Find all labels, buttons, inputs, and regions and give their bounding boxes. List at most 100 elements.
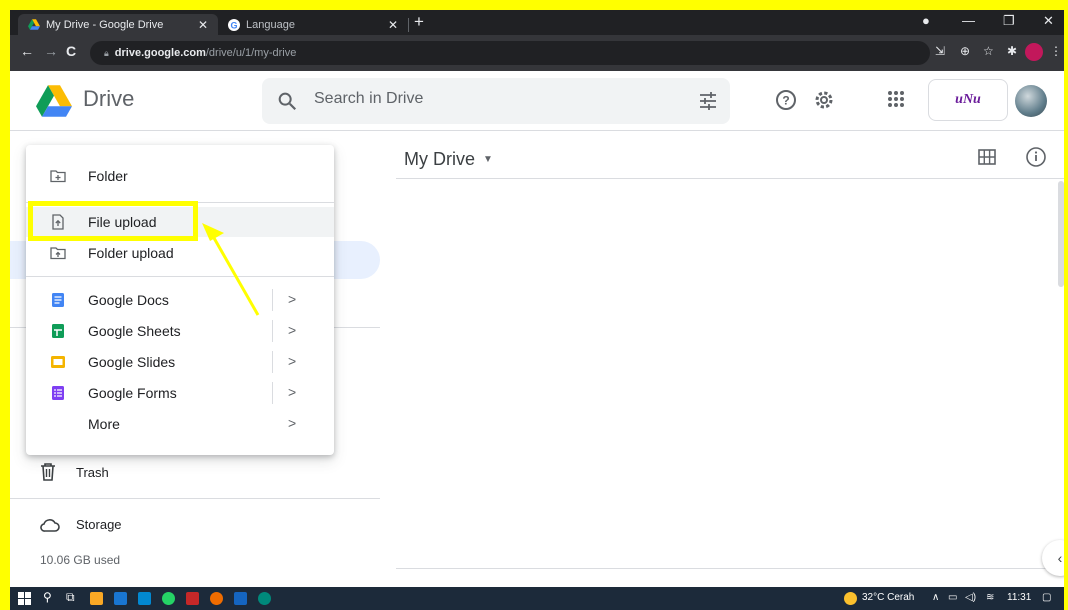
- tab-close-icon[interactable]: ✕: [198, 18, 208, 32]
- back-icon[interactable]: ←: [20, 43, 34, 59]
- menu-item-folder-upload[interactable]: Folder upload: [26, 238, 334, 268]
- page-title-text: My Drive: [404, 149, 475, 169]
- chevron-up-icon[interactable]: ∧: [932, 592, 939, 603]
- edge-icon[interactable]: [258, 592, 271, 605]
- drive-header: Drive ? uNu: [10, 71, 1064, 131]
- sidebar-item-label: Storage: [76, 517, 122, 532]
- svg-text:?: ?: [782, 94, 789, 108]
- tab-title: Language: [246, 18, 295, 31]
- notifications-icon[interactable]: ▢: [1042, 592, 1051, 603]
- apps-grid-icon[interactable]: [886, 89, 906, 109]
- annotation-highlight-box: [28, 201, 198, 241]
- menu-item-google-forms[interactable]: Google Forms >: [26, 378, 334, 408]
- tab-divider: [408, 18, 409, 32]
- menu-item-label: More: [88, 416, 120, 432]
- menu-item-google-slides[interactable]: Google Slides >: [26, 347, 334, 377]
- word-icon[interactable]: [234, 592, 247, 605]
- page-title[interactable]: My Drive ▼: [404, 149, 493, 170]
- help-icon[interactable]: ?: [775, 89, 797, 111]
- side-panel-toggle[interactable]: ‹: [1042, 540, 1064, 576]
- tab-close-icon[interactable]: ✕: [388, 18, 398, 32]
- forward-icon[interactable]: →: [44, 43, 58, 59]
- menu-item-divider: [272, 351, 273, 373]
- new-tab-icon[interactable]: +: [414, 12, 424, 32]
- slides-icon: [51, 356, 65, 368]
- browser-menu-icon[interactable]: ⋮: [1050, 44, 1062, 58]
- minimize-icon[interactable]: —: [962, 13, 975, 28]
- organization-logo[interactable]: uNu: [928, 79, 1008, 121]
- menu-item-label: Google Forms: [88, 385, 177, 401]
- zoom-icon[interactable]: ⊕: [960, 44, 970, 58]
- menu-item-google-docs[interactable]: Google Docs >: [26, 285, 334, 315]
- organization-logo-text: uNu: [955, 92, 981, 107]
- storage-used-text: 10.06 GB used: [40, 553, 121, 567]
- chevron-right-icon: >: [288, 353, 297, 369]
- chevron-down-icon: ▼: [483, 154, 493, 165]
- grid-view-icon[interactable]: [978, 149, 996, 165]
- app-icon[interactable]: [186, 592, 199, 605]
- menu-item-label: Google Slides: [88, 354, 176, 370]
- bookmark-star-icon[interactable]: ☆: [983, 44, 994, 58]
- folder-plus-icon: [50, 170, 66, 183]
- windows-start-icon[interactable]: [18, 592, 31, 605]
- weather-text[interactable]: 32°C Cerah: [862, 592, 914, 603]
- search-icon[interactable]: ⚲: [43, 590, 52, 604]
- scrollbar[interactable]: [1058, 181, 1064, 287]
- menu-item-label: Google Docs: [88, 292, 169, 308]
- chevron-left-icon: ‹: [1057, 550, 1063, 566]
- url-field[interactable]: 🔒︎ drive.google.com /drive/u/1/my-drive: [90, 41, 930, 65]
- task-view-icon[interactable]: ⧉: [66, 590, 75, 605]
- wifi-icon[interactable]: ≋: [986, 592, 994, 603]
- content-divider: [396, 568, 1046, 569]
- search-input[interactable]: [314, 90, 674, 108]
- file-explorer-icon[interactable]: [90, 592, 103, 605]
- menu-item-google-sheets[interactable]: Google Sheets >: [26, 316, 334, 346]
- drive-page: Drive ? uNu: [10, 71, 1064, 587]
- tab-title: My Drive - Google Drive: [46, 18, 164, 31]
- new-item-menu: Folder File upload Folder upload Google …: [26, 145, 334, 455]
- trash-icon: [41, 463, 55, 481]
- search-options-icon[interactable]: [698, 91, 718, 111]
- restore-icon[interactable]: ❐: [1003, 13, 1015, 29]
- extensions-icon[interactable]: ✱: [1007, 44, 1017, 58]
- close-window-icon[interactable]: ✕: [1043, 13, 1054, 29]
- lock-icon: 🔒︎: [104, 47, 109, 58]
- battery-icon[interactable]: ▭: [948, 592, 957, 603]
- tab-my-drive[interactable]: My Drive - Google Drive ✕: [18, 14, 218, 35]
- cloud-icon: [40, 518, 60, 532]
- menu-item-folder[interactable]: Folder: [26, 161, 334, 191]
- account-avatar[interactable]: [1015, 85, 1047, 117]
- install-app-icon[interactable]: ⇲: [935, 44, 945, 58]
- clock-text[interactable]: 11:31: [1007, 592, 1031, 603]
- annotation-arrow: [202, 223, 260, 316]
- browser-tab-bar: My Drive - Google Drive ✕ G Language ✕ +…: [10, 10, 1064, 35]
- menu-item-divider: [272, 382, 273, 404]
- app-title[interactable]: Drive: [83, 86, 134, 112]
- search-icon[interactable]: [276, 90, 298, 112]
- profile-avatar-icon[interactable]: [1025, 43, 1043, 61]
- search-bar[interactable]: [262, 78, 730, 124]
- menu-item-label: Folder: [88, 168, 128, 184]
- whatsapp-icon[interactable]: [162, 592, 175, 605]
- chevron-right-icon: >: [288, 384, 297, 400]
- docs-icon: [52, 293, 64, 307]
- drive-favicon-icon: [28, 19, 40, 30]
- menu-item-more[interactable]: More >: [26, 409, 334, 439]
- store-icon[interactable]: [114, 592, 127, 605]
- reload-icon[interactable]: C: [66, 43, 76, 59]
- chevron-right-icon: >: [288, 415, 297, 431]
- sidebar-item-storage[interactable]: Storage: [40, 517, 122, 532]
- windows-taskbar: ⚲ ⧉ 32°C Cerah ∧ ▭ ◁) ≋ 11:31 ▢: [10, 587, 1064, 610]
- profile-icon[interactable]: ●: [922, 13, 930, 28]
- weather-icon[interactable]: [844, 592, 857, 605]
- app-icon[interactable]: [138, 592, 151, 605]
- drive-logo-icon[interactable]: [36, 85, 72, 117]
- url-host: drive.google.com: [114, 47, 206, 59]
- chrome-icon[interactable]: [210, 592, 223, 605]
- svg-text:G: G: [230, 20, 237, 30]
- volume-icon[interactable]: ◁): [965, 592, 976, 603]
- info-icon[interactable]: [1025, 146, 1047, 168]
- sidebar-item-trash[interactable]: Trash: [40, 463, 109, 481]
- settings-gear-icon[interactable]: [813, 89, 835, 111]
- tab-language[interactable]: G Language ✕: [218, 14, 408, 35]
